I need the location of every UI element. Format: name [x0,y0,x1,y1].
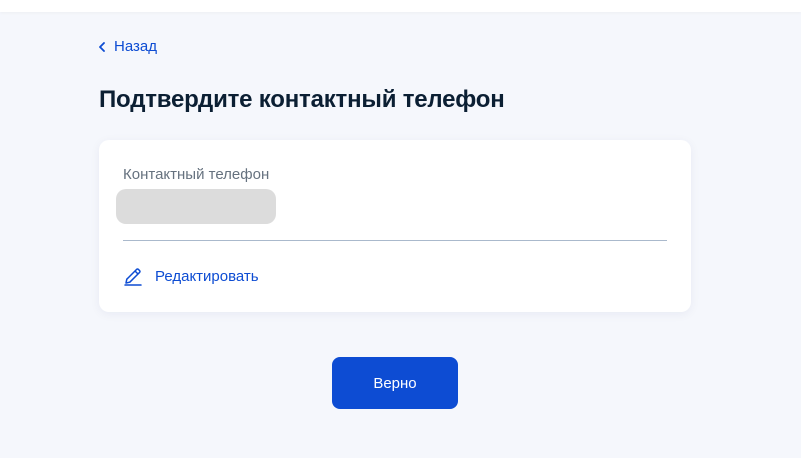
edit-link-label: Редактировать [155,267,259,285]
chevron-left-icon [98,41,106,52]
masked-phone-value [116,189,276,224]
top-header-strip [0,0,801,12]
pencil-icon [123,266,143,286]
contact-phone-card: Контактный телефон Редактировать [99,140,691,312]
page-title: Подтвердите контактный телефон [99,86,505,113]
contact-phone-label: Контактный телефон [123,166,270,183]
field-divider [123,240,667,241]
confirm-button[interactable]: Верно [332,357,458,409]
back-link-label: Назад [114,38,157,55]
back-link[interactable]: Назад [98,38,157,55]
edit-phone-link[interactable]: Редактировать [123,266,259,286]
